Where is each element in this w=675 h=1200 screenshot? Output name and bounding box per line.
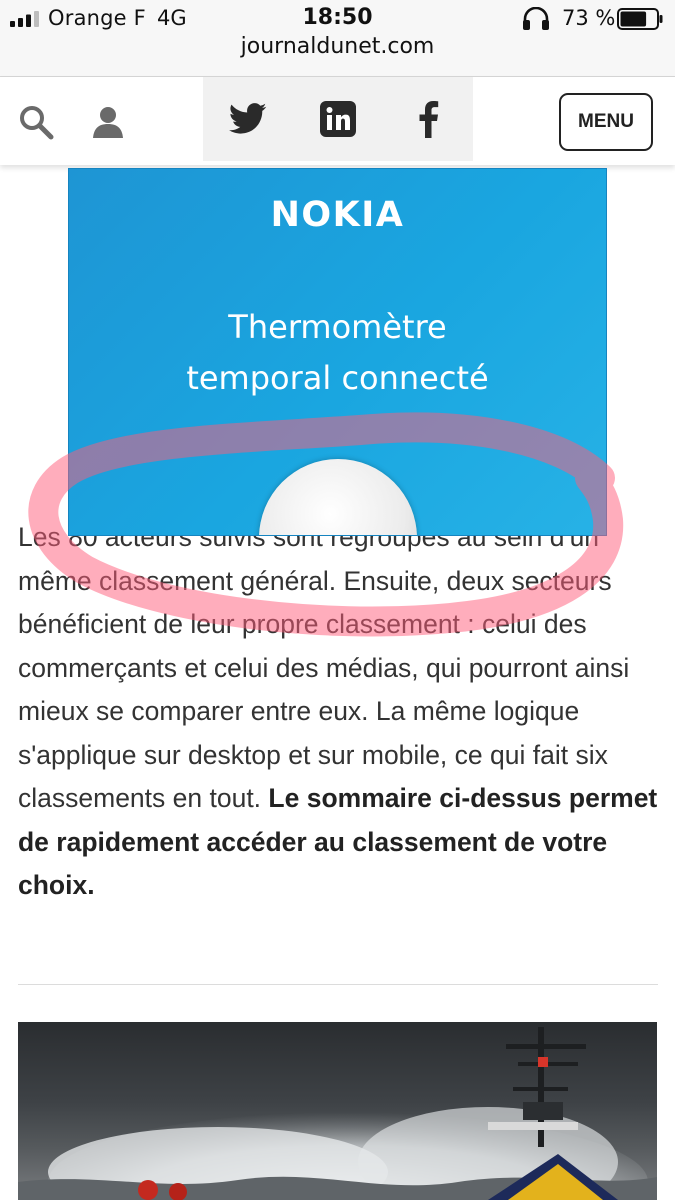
battery-percentage: 73 % bbox=[562, 6, 616, 30]
status-bar: Orange F 4G 18:50 journaldunet.com 73 % bbox=[0, 0, 675, 77]
ad-headline-line2: temporal connecté bbox=[186, 359, 489, 397]
twitter-share-button[interactable] bbox=[225, 97, 271, 141]
facebook-share-button[interactable] bbox=[405, 97, 451, 141]
article-paragraph: Les 80 acteurs suivis sont regroupés au … bbox=[18, 516, 658, 908]
linkedin-icon bbox=[320, 101, 356, 137]
ad-headline-line1: Thermomètre bbox=[228, 308, 447, 346]
twitter-icon bbox=[229, 103, 267, 134]
account-button[interactable] bbox=[84, 99, 132, 145]
headphones-icon bbox=[523, 7, 549, 30]
site-header: MENU bbox=[0, 77, 675, 165]
battery-icon bbox=[617, 8, 663, 30]
advertisement-banner[interactable]: NOKIA Thermomètre temporal connecté bbox=[68, 168, 607, 536]
user-icon bbox=[93, 107, 123, 138]
article-photo[interactable] bbox=[18, 1022, 657, 1200]
address-bar-url[interactable]: journaldunet.com bbox=[0, 34, 675, 59]
linkedin-share-button[interactable] bbox=[315, 97, 361, 141]
social-links-bar bbox=[203, 77, 473, 161]
facebook-icon bbox=[419, 101, 439, 138]
search-icon bbox=[20, 106, 54, 140]
boat-in-waves-image bbox=[18, 1027, 657, 1200]
search-button[interactable] bbox=[12, 99, 60, 145]
section-divider bbox=[18, 984, 658, 985]
ad-brand-logo: NOKIA bbox=[270, 195, 405, 235]
article-body-text: Les 80 acteurs suivis sont regroupés au … bbox=[18, 522, 630, 813]
menu-button[interactable]: MENU bbox=[559, 93, 653, 151]
ad-product-image bbox=[259, 459, 417, 535]
